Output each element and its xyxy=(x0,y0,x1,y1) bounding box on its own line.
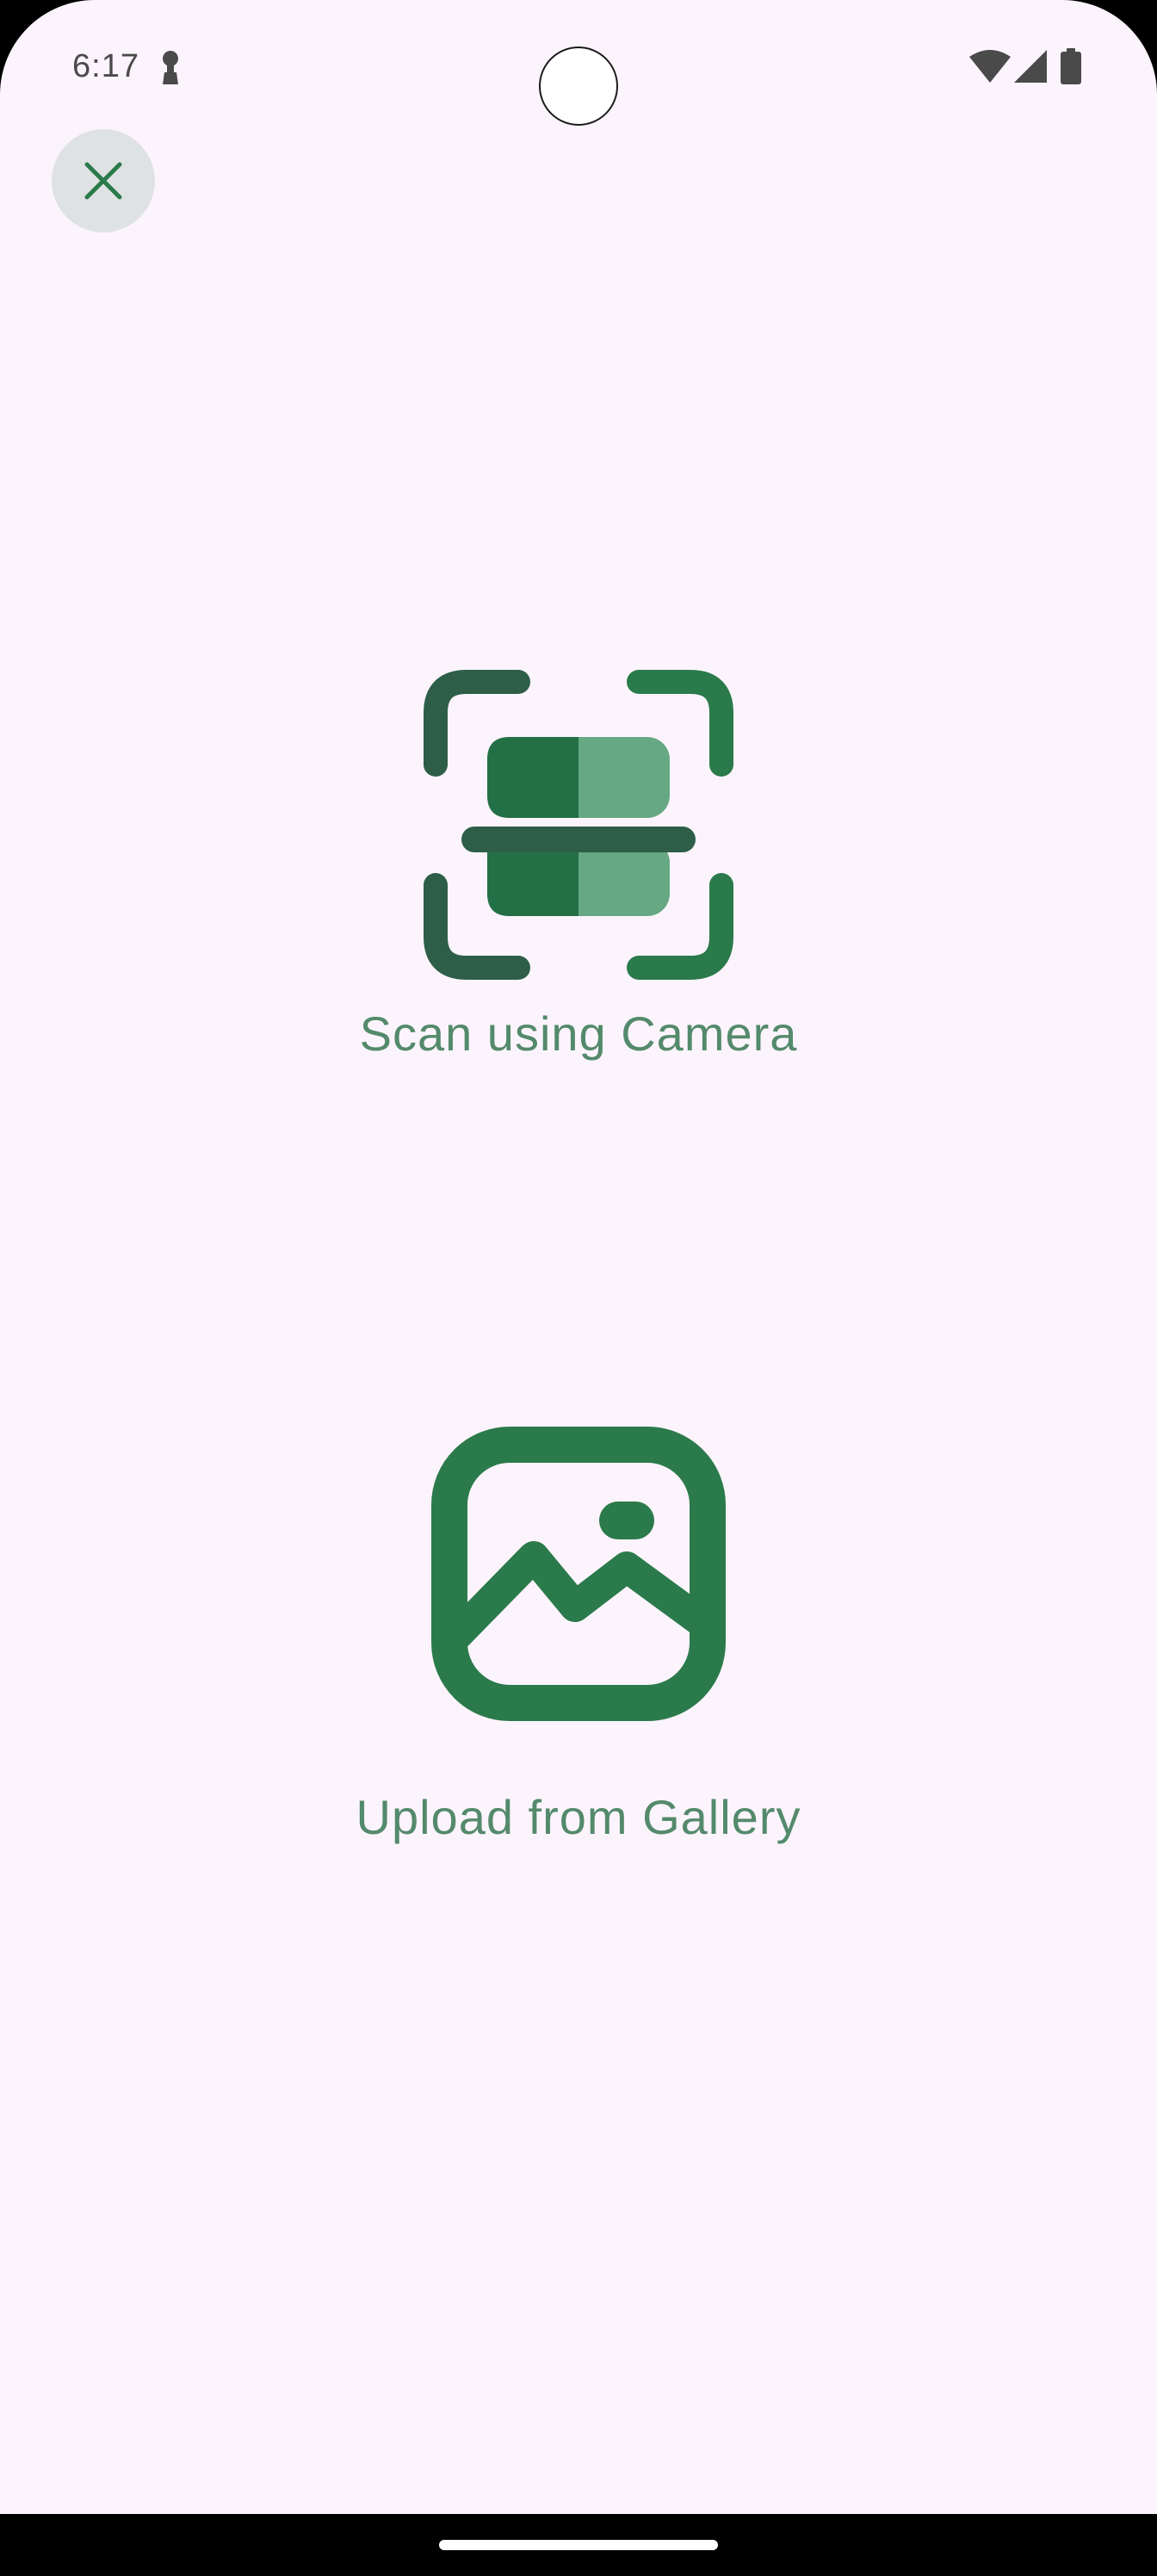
status-time: 6:17 xyxy=(72,48,139,84)
screen: 6:17 Scan using Camera Upload from Galle… xyxy=(0,0,1157,2576)
scan-camera-label: Scan using Camera xyxy=(359,1006,798,1061)
gallery-image-icon xyxy=(431,1427,726,1721)
system-status-icons xyxy=(969,48,1081,84)
document-scanner-icon xyxy=(424,670,733,980)
upload-gallery-label: Upload from Gallery xyxy=(356,1790,801,1844)
wifi-icon xyxy=(969,50,1011,83)
home-gesture-handle[interactable] xyxy=(439,2540,718,2550)
camera-cutout xyxy=(539,46,618,126)
battery-icon xyxy=(1061,48,1081,84)
upload-gallery-option[interactable]: Upload from Gallery xyxy=(0,1426,1157,1845)
key-icon xyxy=(163,51,178,84)
cellular-signal-icon xyxy=(1014,50,1047,83)
close-icon xyxy=(84,162,122,200)
close-button[interactable] xyxy=(52,129,155,232)
status-bar: 6:17 xyxy=(0,0,1157,129)
scan-camera-option[interactable]: Scan using Camera xyxy=(0,668,1157,1062)
